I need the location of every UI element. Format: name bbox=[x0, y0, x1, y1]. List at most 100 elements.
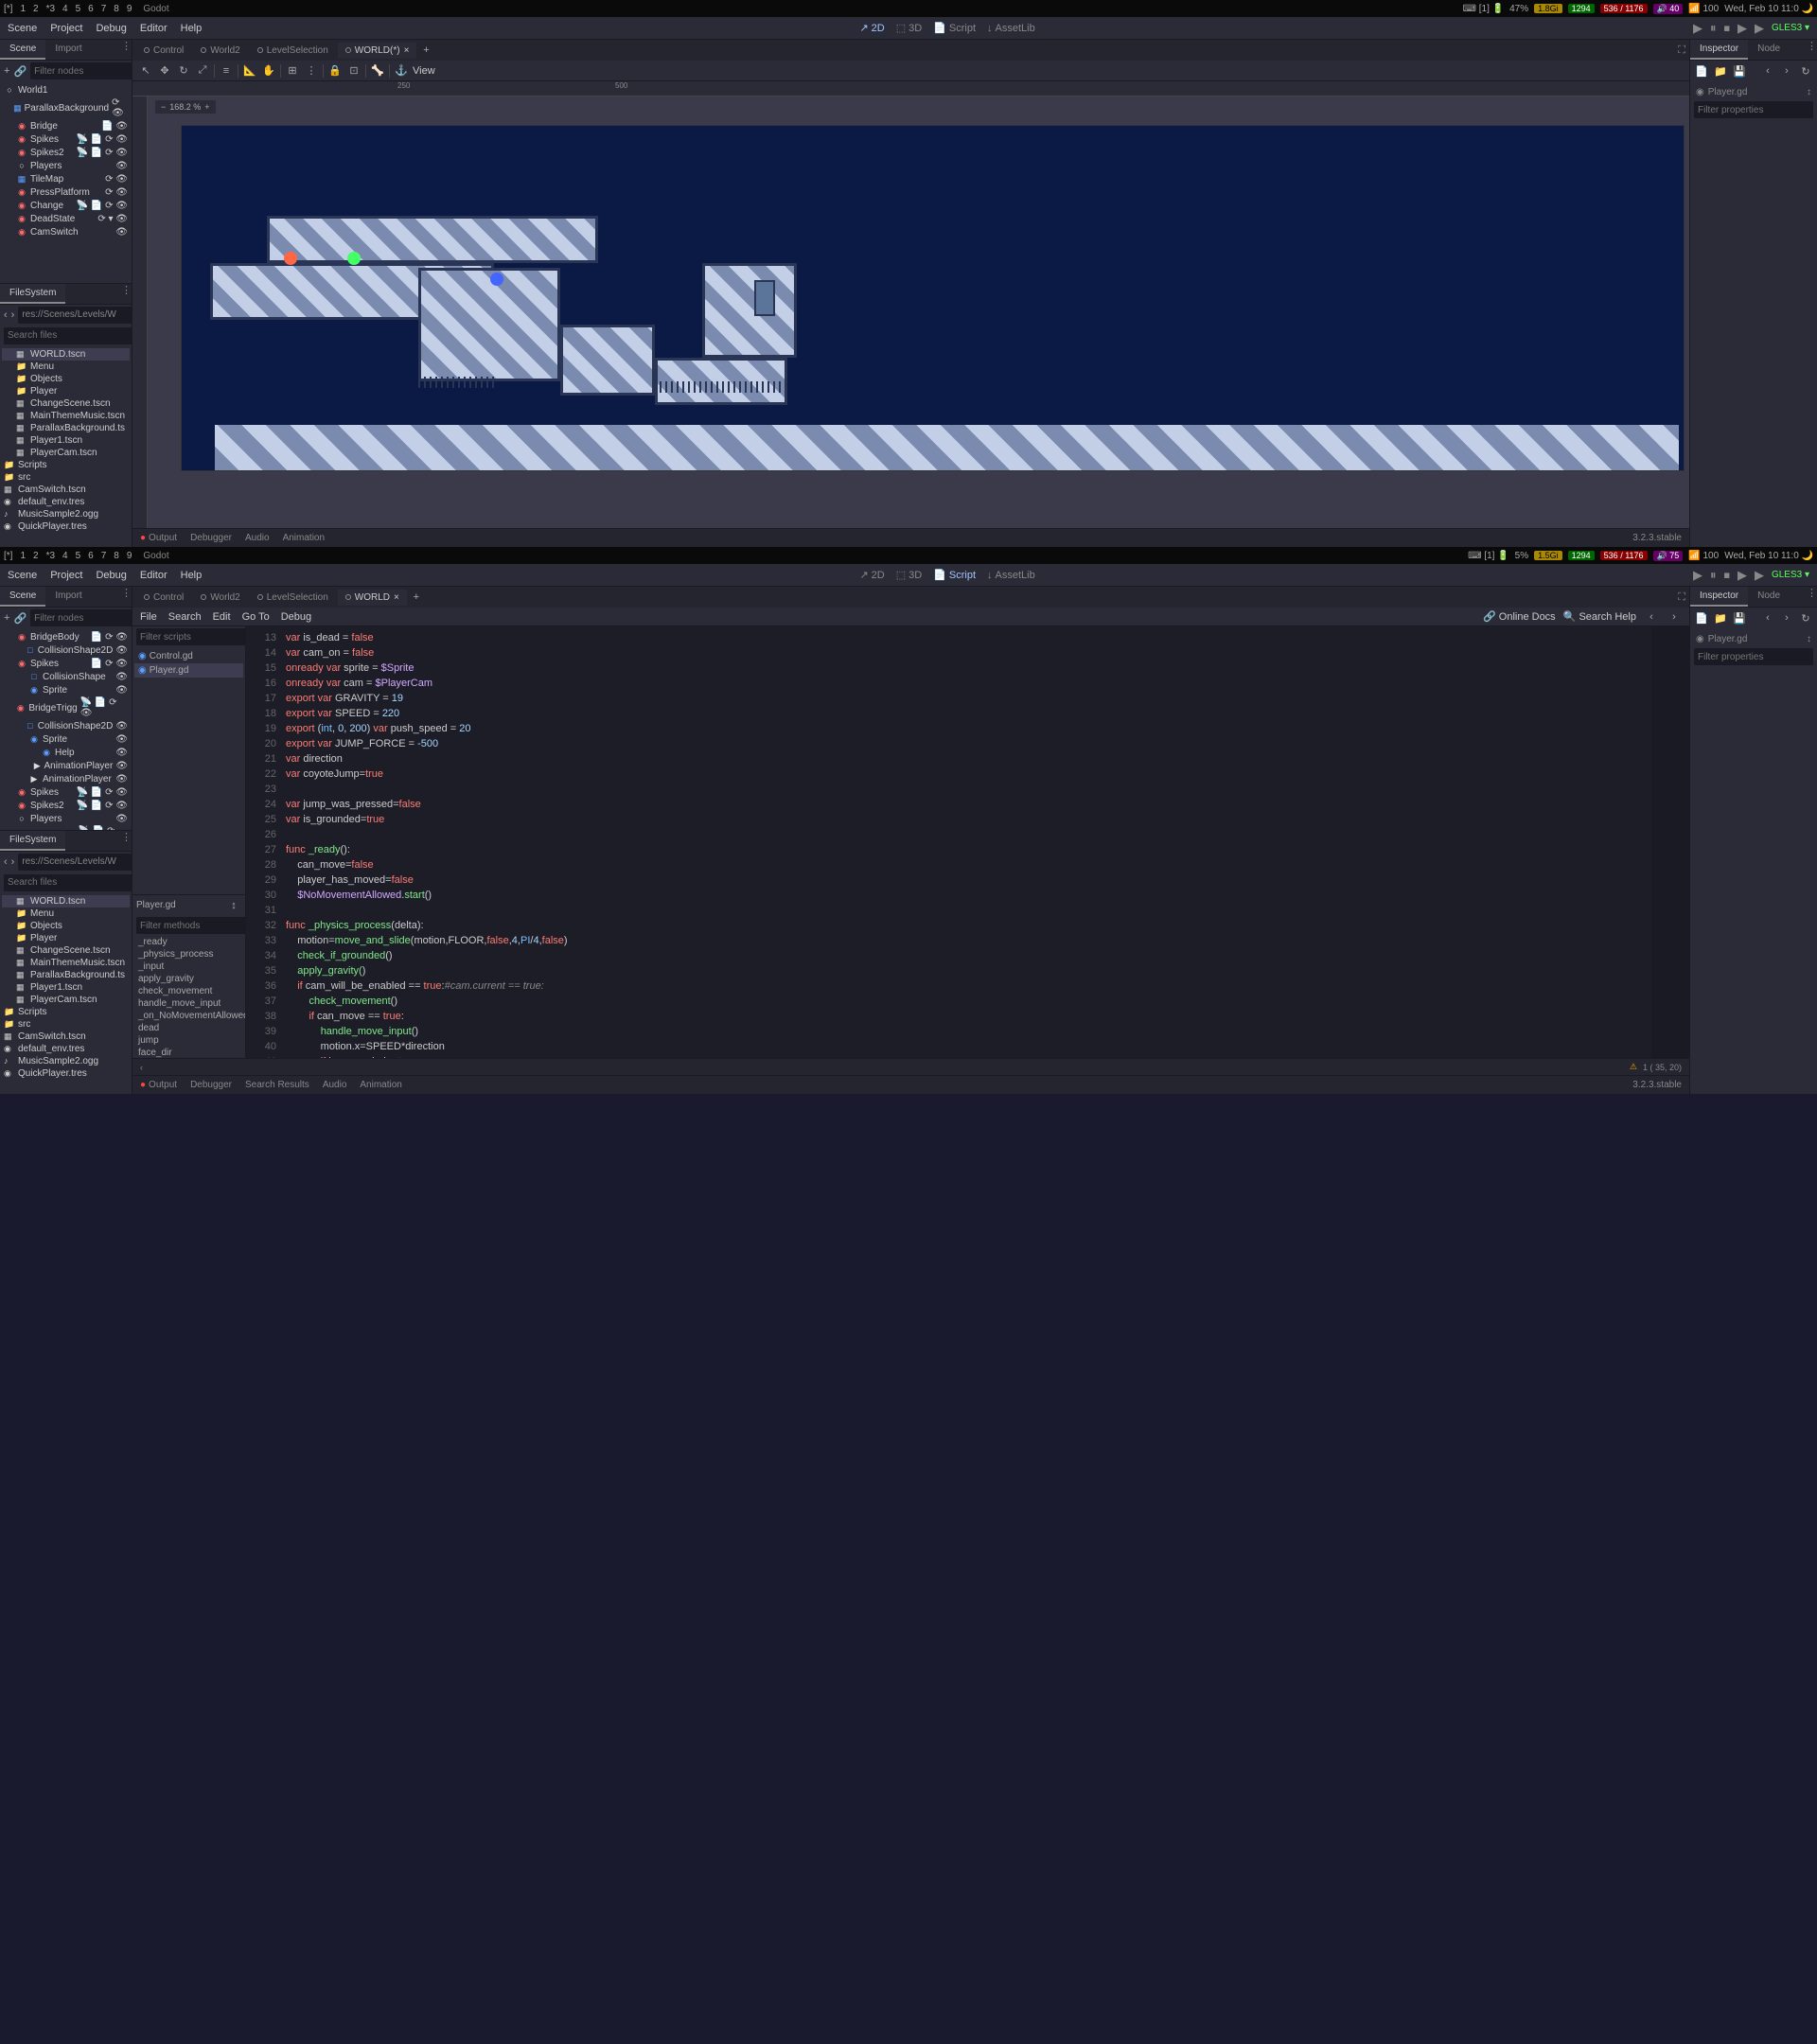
close-icon[interactable]: × bbox=[394, 592, 399, 603]
play-button[interactable]: ▶ bbox=[1693, 568, 1702, 583]
node-toggles[interactable]: 📡 📄 ⟳ 👁 bbox=[77, 201, 128, 211]
mode-2d[interactable]: ↗2D bbox=[859, 569, 884, 581]
animation-tab[interactable]: Animation bbox=[360, 1080, 401, 1090]
method-item[interactable]: check_movement bbox=[132, 985, 245, 997]
audio-tab[interactable]: Audio bbox=[323, 1080, 347, 1090]
forward-icon[interactable]: › bbox=[1779, 610, 1794, 626]
close-icon[interactable]: × bbox=[404, 45, 410, 56]
link-icon[interactable]: 🔗 bbox=[13, 63, 26, 79]
mode-3d[interactable]: ⬚3D bbox=[896, 22, 922, 34]
scale-icon[interactable]: ⤢ bbox=[195, 63, 210, 79]
code-editor[interactable]: 1314151617181920212223242526272829303132… bbox=[246, 626, 1689, 1058]
fs-item[interactable]: ◉default_env.tres bbox=[2, 496, 130, 508]
fs-item[interactable]: 📁Menu bbox=[2, 907, 130, 920]
expand-icon[interactable]: ⛶ bbox=[1678, 44, 1685, 57]
scene-tab-world2[interactable]: World2 bbox=[193, 590, 248, 606]
output-tab[interactable]: Output bbox=[140, 533, 177, 543]
tree-node[interactable]: ○World1 bbox=[2, 83, 130, 97]
tab-scene[interactable]: Scene bbox=[0, 587, 45, 607]
tree-node[interactable]: ◉BridgeTrigg📡 📄 ⟳ 👁 bbox=[2, 696, 130, 719]
tree-node[interactable]: □CollisionShape2D👁 bbox=[2, 719, 130, 732]
node-toggles[interactable]: 👁 bbox=[115, 672, 128, 682]
scene-tab-world2[interactable]: World2 bbox=[193, 43, 248, 59]
tree-node[interactable]: ▶AnimationPlayer👁 bbox=[2, 759, 130, 772]
mode-assetlib[interactable]: ↓AssetLib bbox=[987, 22, 1035, 34]
view-menu[interactable]: View bbox=[413, 65, 435, 77]
scene-tab-world[interactable]: WORLD(*)× bbox=[338, 43, 417, 59]
search-files-input[interactable] bbox=[4, 327, 136, 344]
fs-item[interactable]: ▦ParallaxBackground.ts bbox=[2, 969, 130, 981]
script-menu-edit[interactable]: Edit bbox=[213, 611, 231, 623]
node-toggles[interactable]: 👁 bbox=[115, 814, 128, 824]
inspector-file[interactable]: ◉ Player.gd ↕ bbox=[1694, 632, 1813, 646]
tree-node[interactable]: ▦TileMap⟳ 👁 bbox=[2, 172, 130, 185]
save-icon[interactable]: 💾 bbox=[1732, 63, 1747, 79]
fs-item[interactable]: ▦ParallaxBackground.ts bbox=[2, 422, 130, 434]
fs-item[interactable]: ▦ChangeScene.tscn bbox=[2, 397, 130, 410]
lock-icon[interactable]: 🔒 bbox=[327, 63, 343, 79]
fs-item[interactable]: 📁Player bbox=[2, 932, 130, 944]
list-icon[interactable]: ≡ bbox=[219, 63, 234, 79]
tree-node[interactable]: ◉Spikes📄 ⟳ 👁 bbox=[2, 657, 130, 670]
tree-node[interactable]: ◉Spikes2📡 📄 ⟳ 👁 bbox=[2, 146, 130, 159]
menu-help[interactable]: Help bbox=[181, 570, 203, 581]
pause-button[interactable]: ⏸ bbox=[1710, 21, 1717, 36]
fs-item[interactable]: ◉default_env.tres bbox=[2, 1043, 130, 1055]
fs-item[interactable]: 📁Player bbox=[2, 385, 130, 397]
node-toggles[interactable]: ⟳ 👁 bbox=[112, 97, 128, 118]
dock-menu-icon[interactable]: ⋮ bbox=[1807, 587, 1817, 607]
script-item-control[interactable]: ◉Control.gd bbox=[134, 649, 243, 663]
node-toggles[interactable]: 👁 bbox=[115, 761, 128, 771]
fs-item[interactable]: 📁Scripts bbox=[2, 1006, 130, 1018]
tree-node[interactable]: ▶AnimationPlayer👁 bbox=[2, 772, 130, 785]
tree-node[interactable]: ◉CamSwitch👁 bbox=[2, 225, 130, 238]
tree-node[interactable]: ◉Sprite👁 bbox=[2, 732, 130, 746]
method-item[interactable]: _ready bbox=[132, 936, 245, 948]
save-icon[interactable]: 💾 bbox=[1732, 610, 1747, 626]
tab-node[interactable]: Node bbox=[1748, 40, 1790, 60]
group-icon[interactable]: ⊡ bbox=[346, 63, 362, 79]
tab-inspector[interactable]: Inspector bbox=[1690, 587, 1748, 607]
tree-node[interactable]: ◉Spikes📡 📄 ⟳ 👁 bbox=[2, 785, 130, 799]
stop-button[interactable]: ⏹ bbox=[1723, 21, 1730, 36]
tree-node[interactable]: ◉Spikes📡 📄 ⟳ 👁 bbox=[2, 132, 130, 146]
sort-icon[interactable]: ↕ bbox=[1807, 87, 1811, 97]
zoom-out-icon[interactable]: − bbox=[161, 102, 166, 112]
search-files-input[interactable] bbox=[4, 874, 136, 891]
tree-node[interactable]: ◉Spikes2📡 📄 ⟳ 👁 bbox=[2, 799, 130, 812]
fs-item[interactable]: 📁src bbox=[2, 1018, 130, 1031]
load-icon[interactable]: 📁 bbox=[1713, 610, 1728, 626]
script-menu-search[interactable]: Search bbox=[168, 611, 202, 623]
tree-node[interactable]: □CollisionShape2D👁 bbox=[2, 643, 130, 657]
fs-item[interactable]: ▦WORLD.tscn bbox=[2, 895, 130, 907]
menu-help[interactable]: Help bbox=[181, 23, 203, 34]
node-toggles[interactable]: 📡 📄 ⟳ 👁 bbox=[77, 148, 128, 158]
node-toggles[interactable]: 👁 bbox=[115, 227, 128, 238]
inspector-file[interactable]: ◉ Player.gd ↕ bbox=[1694, 85, 1813, 99]
method-item[interactable]: apply_gravity bbox=[132, 973, 245, 985]
animation-tab[interactable]: Animation bbox=[283, 533, 325, 543]
method-item[interactable]: _input bbox=[132, 960, 245, 973]
debugger-tab[interactable]: Debugger bbox=[190, 1080, 232, 1090]
play-scene-button[interactable]: ▶ bbox=[1738, 21, 1747, 36]
tree-node[interactable]: ◉PressPlatform⟳ 👁 bbox=[2, 185, 130, 199]
dock-menu-icon[interactable]: ⋮ bbox=[121, 587, 132, 607]
script-menu-file[interactable]: File bbox=[140, 611, 157, 623]
tree-node[interactable]: □CollisionShape👁 bbox=[2, 670, 130, 683]
dock-menu-icon[interactable]: ⋮ bbox=[121, 831, 132, 851]
script-menu-debug[interactable]: Debug bbox=[281, 611, 311, 623]
fs-item[interactable]: 📁src bbox=[2, 471, 130, 484]
audio-tab[interactable]: Audio bbox=[245, 533, 270, 543]
menu-debug[interactable]: Debug bbox=[96, 570, 126, 581]
mode-script[interactable]: 📄Script bbox=[933, 569, 976, 581]
fs-item[interactable]: ◉QuickPlayer.tres bbox=[2, 520, 130, 533]
fs-item[interactable]: ▦ChangeScene.tscn bbox=[2, 944, 130, 957]
filter-properties-input[interactable] bbox=[1694, 648, 1813, 665]
tree-node[interactable]: ◉Sprite👁 bbox=[2, 683, 130, 696]
stop-button[interactable]: ⏹ bbox=[1723, 568, 1730, 583]
snap-icon[interactable]: ⊞ bbox=[285, 63, 300, 79]
node-toggles[interactable]: 👁 bbox=[115, 685, 128, 696]
method-item[interactable]: _on_NoMovementAllowed_timeo bbox=[132, 1010, 245, 1022]
node-toggles[interactable]: 👁 bbox=[115, 161, 128, 171]
scene-tab-world[interactable]: WORLD× bbox=[338, 590, 407, 606]
